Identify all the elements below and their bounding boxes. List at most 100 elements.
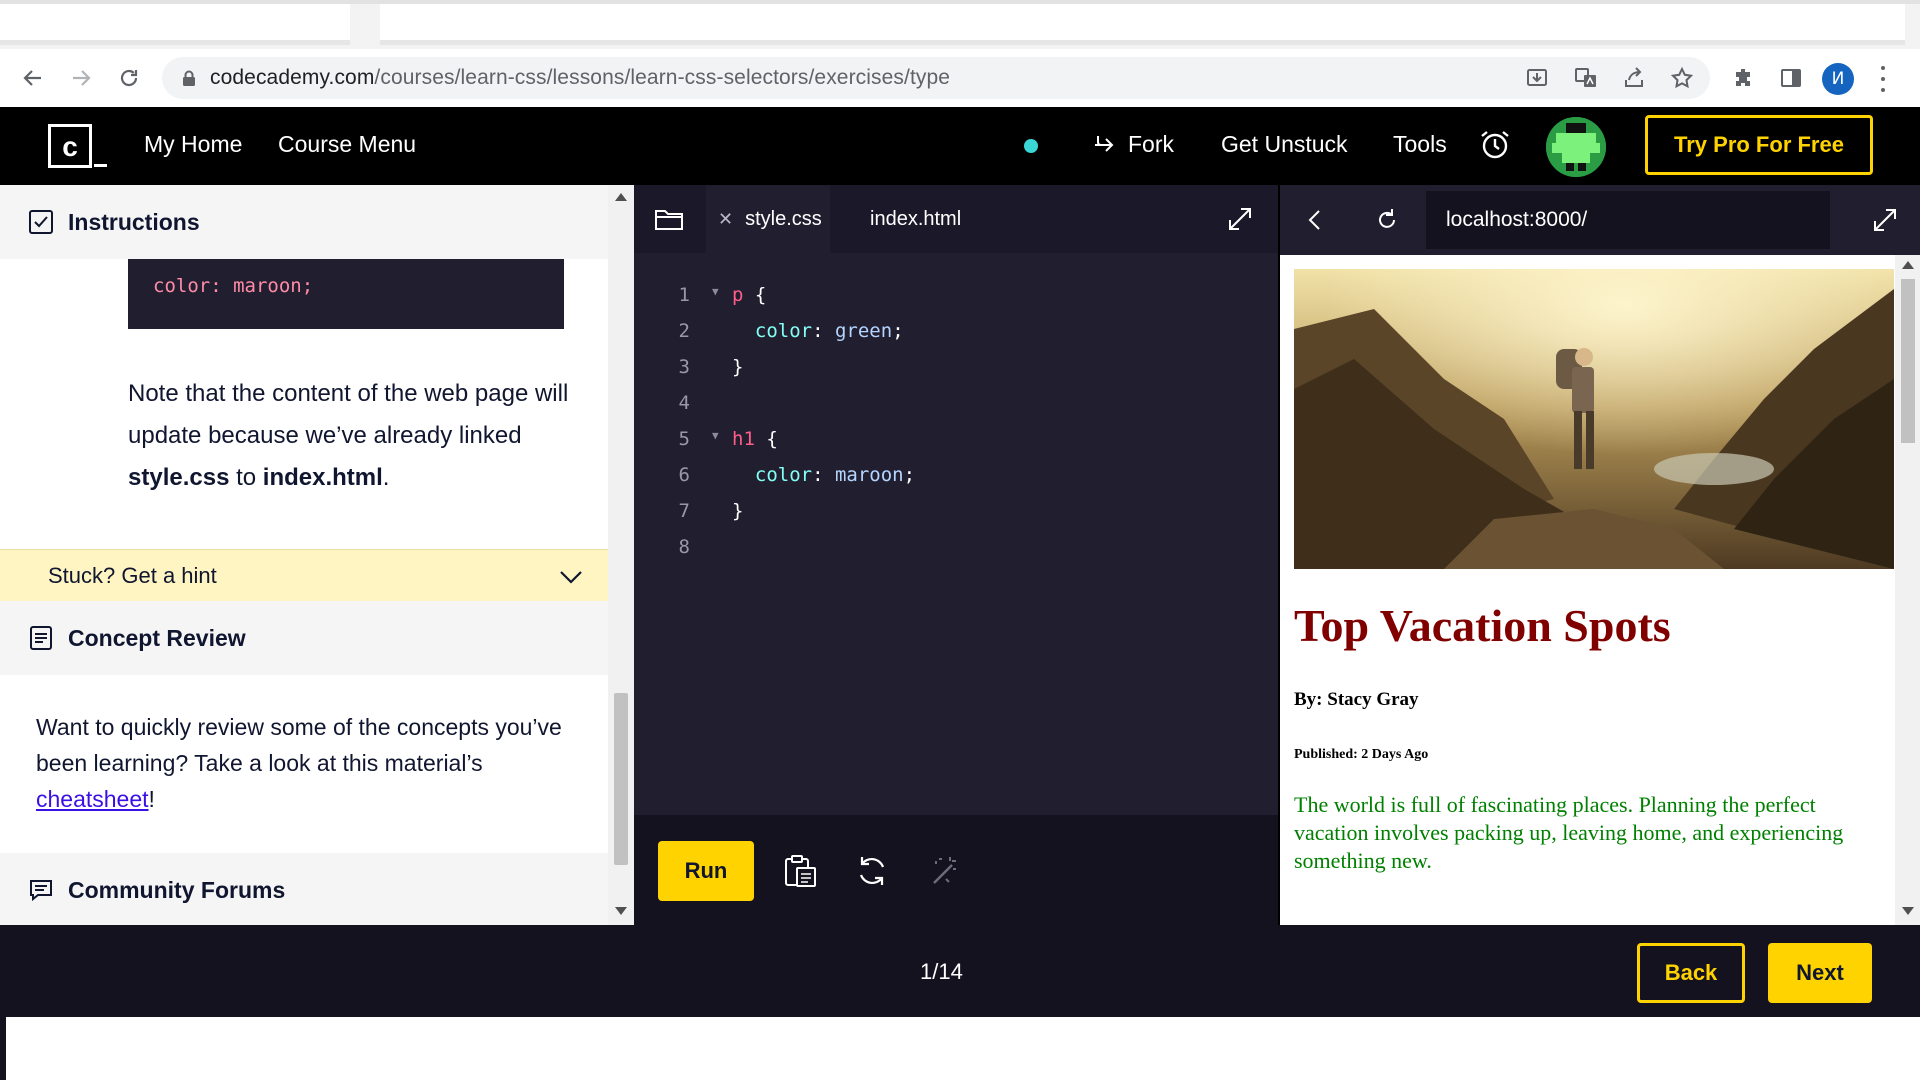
css-brace: { bbox=[754, 428, 778, 450]
preview-scroll-up-icon[interactable] bbox=[1902, 261, 1914, 269]
bookmark-star-icon[interactable] bbox=[1665, 61, 1699, 95]
expand-preview-icon[interactable] bbox=[1870, 205, 1900, 235]
hiker-mountain-image bbox=[1294, 269, 1894, 569]
reset-icon[interactable] bbox=[854, 853, 890, 889]
scrollbar-thumb[interactable] bbox=[614, 693, 628, 865]
cheatsheet-link[interactable]: cheatsheet bbox=[36, 786, 149, 812]
code-line[interactable]: 3} bbox=[634, 349, 1278, 385]
instructions-scrollbar[interactable] bbox=[608, 185, 634, 925]
profile-avatar[interactable]: И bbox=[1822, 63, 1854, 95]
community-forums-header[interactable]: Community Forums bbox=[0, 853, 608, 925]
line-number: 7 bbox=[678, 500, 690, 522]
preview-refresh-icon[interactable] bbox=[1372, 205, 1402, 235]
reload-icon[interactable] bbox=[112, 61, 146, 95]
code-line[interactable]: 4 bbox=[634, 385, 1278, 421]
alarm-clock-icon[interactable] bbox=[1478, 127, 1512, 161]
css-brace: { bbox=[743, 284, 767, 306]
url-path: /courses/learn-css/lessons/learn-css-sel… bbox=[374, 66, 951, 89]
tools-button[interactable]: Tools bbox=[1393, 131, 1447, 158]
code-line[interactable]: 2 color: green; bbox=[634, 313, 1278, 349]
instructions-header[interactable]: Instructions bbox=[0, 185, 608, 259]
browser-tab-right[interactable] bbox=[380, 4, 1905, 45]
scroll-down-arrow-icon[interactable] bbox=[615, 907, 627, 915]
code-line[interactable]: 5 ▼ h1 { bbox=[634, 421, 1278, 457]
close-tab-icon[interactable]: ✕ bbox=[718, 209, 733, 230]
code-area[interactable]: 1 ▼ p {2 color: green; 3} 4 5 ▼ h1 {6 color: ma… bbox=[634, 277, 1278, 565]
line-number: 4 bbox=[678, 392, 690, 414]
exercise-pager[interactable]: 1/14 bbox=[920, 959, 963, 985]
code-line[interactable]: 1 ▼ p { bbox=[634, 277, 1278, 313]
preview-byline: By: Stacy Gray bbox=[1294, 689, 1419, 710]
code-line[interactable]: 8 bbox=[634, 529, 1278, 565]
browser-tab-left[interactable] bbox=[0, 4, 350, 45]
status-dot bbox=[1024, 139, 1038, 153]
try-pro-button[interactable]: Try Pro For Free bbox=[1645, 115, 1873, 175]
instructions-panel: Instructions color: maroon; Note that th… bbox=[0, 185, 634, 925]
preview-url-field[interactable]: localhost:8000/ bbox=[1426, 191, 1830, 249]
browser-toolbar: codecademy.com/courses/learn-css/lessons… bbox=[0, 49, 1920, 107]
page-below-area bbox=[0, 1017, 1920, 1080]
next-button[interactable]: Next bbox=[1768, 943, 1872, 1003]
instructions-title: Instructions bbox=[68, 208, 200, 235]
code-line[interactable]: 7} bbox=[634, 493, 1278, 529]
back-arrow-icon[interactable] bbox=[16, 61, 50, 95]
preview-scrollbar[interactable] bbox=[1895, 255, 1920, 925]
browser-preview: localhost:8000/ Top Vacation Spots By: S… bbox=[1278, 185, 1920, 925]
tab-index-label: index.html bbox=[870, 207, 962, 230]
concept-review-header[interactable]: Concept Review bbox=[0, 601, 608, 675]
install-icon[interactable] bbox=[1520, 61, 1554, 95]
nav-my-home[interactable]: My Home bbox=[144, 131, 242, 158]
note-file-css: style.css bbox=[128, 464, 230, 491]
forward-arrow-icon[interactable] bbox=[64, 61, 98, 95]
get-unstuck-button[interactable]: Get Unstuck bbox=[1221, 131, 1348, 158]
nav-course-menu[interactable]: Course Menu bbox=[278, 131, 416, 158]
extensions-puzzle-icon[interactable] bbox=[1726, 61, 1760, 95]
logo-underscore bbox=[94, 164, 107, 167]
preview-back-icon[interactable] bbox=[1300, 205, 1330, 235]
editor-tab-bar: ✕ style.css index.html bbox=[634, 185, 1278, 253]
code-text: h1 { bbox=[732, 428, 778, 450]
code-text: } bbox=[732, 500, 743, 522]
folder-icon[interactable] bbox=[654, 205, 684, 233]
line-number: 2 bbox=[678, 320, 690, 342]
share-icon[interactable] bbox=[1617, 61, 1651, 95]
preview-paragraph: The world is full of fascinating places.… bbox=[1294, 792, 1844, 873]
translate-icon[interactable] bbox=[1569, 61, 1603, 95]
url-text: codecademy.com/courses/learn-css/lessons… bbox=[210, 66, 950, 90]
lock-icon bbox=[183, 70, 195, 86]
tab-style-css[interactable]: ✕ style.css bbox=[706, 185, 830, 253]
run-button[interactable]: Run bbox=[658, 841, 754, 901]
code-snippet: color: maroon; bbox=[128, 259, 564, 329]
url-host: codecademy.com bbox=[210, 66, 375, 89]
expand-editor-icon[interactable] bbox=[1224, 203, 1256, 235]
code-text: color: maroon; bbox=[754, 464, 916, 486]
css-brace: } bbox=[732, 356, 744, 378]
side-panel-icon[interactable] bbox=[1774, 61, 1808, 95]
hint-toggle[interactable]: Stuck? Get a hint bbox=[0, 549, 608, 601]
preview-heading: Top Vacation Spots bbox=[1294, 600, 1671, 651]
fold-caret-icon[interactable]: ▼ bbox=[712, 429, 719, 442]
browser-menu-kebab-icon[interactable] bbox=[1876, 63, 1890, 95]
chat-icon bbox=[30, 880, 52, 902]
address-bar[interactable]: codecademy.com/courses/learn-css/lessons… bbox=[162, 57, 1710, 99]
fork-icon bbox=[1095, 135, 1114, 152]
scroll-up-arrow-icon[interactable] bbox=[615, 193, 627, 201]
code-text: color: green; bbox=[754, 320, 904, 342]
css-value: green bbox=[834, 320, 893, 342]
code-text: } bbox=[732, 356, 743, 378]
note-mid: to bbox=[229, 464, 263, 491]
user-avatar[interactable] bbox=[1546, 117, 1606, 177]
line-number: 6 bbox=[678, 464, 690, 486]
browser-tabstrip bbox=[0, 0, 1920, 49]
clipboard-icon[interactable] bbox=[782, 853, 818, 889]
back-button[interactable]: Back bbox=[1637, 943, 1745, 1003]
fold-caret-icon[interactable]: ▼ bbox=[712, 285, 719, 298]
magic-wand-icon[interactable] bbox=[926, 853, 962, 889]
tab-index-html[interactable]: index.html bbox=[870, 185, 961, 253]
fork-button[interactable]: Fork bbox=[1092, 131, 1174, 158]
code-line[interactable]: 6 color: maroon; bbox=[634, 457, 1278, 493]
preview-scroll-down-icon[interactable] bbox=[1902, 907, 1914, 915]
preview-scroll-thumb[interactable] bbox=[1901, 279, 1915, 443]
chevron-down-icon bbox=[560, 571, 582, 584]
codecademy-logo[interactable]: c bbox=[48, 124, 92, 168]
